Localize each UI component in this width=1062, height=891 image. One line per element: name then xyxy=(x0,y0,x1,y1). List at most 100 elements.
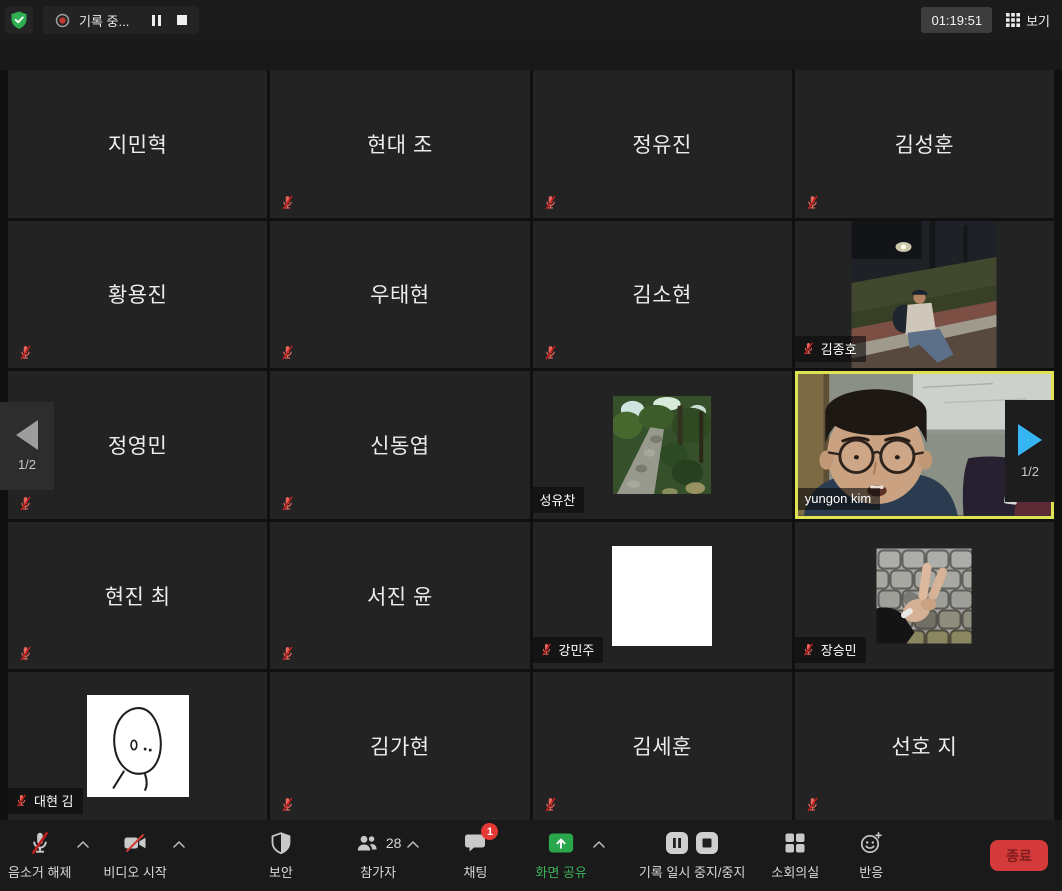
participant-tile[interactable]: 김세훈 xyxy=(533,672,792,820)
chat-label: 채팅 xyxy=(463,862,487,881)
view-button[interactable]: 보기 xyxy=(1006,11,1050,30)
chat-unread-badge: 1 xyxy=(481,823,498,840)
profile-photo-forest-path xyxy=(613,396,711,494)
participant-tile[interactable]: 김성훈 xyxy=(795,70,1054,218)
participant-tile[interactable]: 성유찬 xyxy=(533,371,792,519)
stop-recording-icon[interactable] xyxy=(177,15,187,25)
breakout-rooms-button[interactable]: 소회의실 xyxy=(771,830,819,881)
participant-name: 김성훈 xyxy=(795,70,1054,218)
stop-recording-icon[interactable] xyxy=(695,831,719,855)
participant-name: 서진 윤 xyxy=(270,522,529,670)
participants-icon xyxy=(355,831,379,855)
breakout-rooms-icon xyxy=(783,831,807,855)
participant-tile[interactable]: 김소현 xyxy=(533,221,792,369)
profile-photo-doodle-face xyxy=(87,695,189,797)
participants-options-chevron[interactable] xyxy=(407,841,419,848)
view-label: 보기 xyxy=(1026,11,1050,30)
camera-muted-icon xyxy=(123,831,147,855)
muted-mic-icon xyxy=(805,195,820,210)
muted-mic-icon xyxy=(805,797,820,812)
security-button[interactable]: 보안 xyxy=(269,830,293,881)
participant-name: 정유진 xyxy=(533,70,792,218)
participant-tile[interactable]: 지민혁 xyxy=(8,70,267,218)
pause-recording-icon[interactable] xyxy=(665,831,689,855)
participant-name: 강민주 xyxy=(559,640,595,659)
meeting-toolbar: 음소거 해제 비디오 시작 보안 28 참가자 xyxy=(0,820,1062,891)
share-screen-button[interactable]: 화면 공유 xyxy=(535,830,586,881)
participant-tile[interactable]: 신동엽 xyxy=(270,371,529,519)
participant-tile[interactable]: 강민주 xyxy=(533,522,792,670)
share-screen-label: 화면 공유 xyxy=(535,862,586,881)
name-tag: 김종호 xyxy=(795,336,866,362)
muted-mic-icon xyxy=(540,643,553,656)
chat-button[interactable]: 1 채팅 xyxy=(463,830,487,881)
profile-photo-blank-white xyxy=(612,546,712,646)
shield-icon xyxy=(269,831,293,855)
pause-recording-icon[interactable] xyxy=(152,15,161,26)
muted-mic-icon xyxy=(18,496,33,511)
participant-name: 신동엽 xyxy=(270,371,529,519)
profile-photo-night-scene xyxy=(852,221,997,369)
name-tag: 강민주 xyxy=(533,637,604,663)
participant-tile[interactable]: 장승민 xyxy=(795,522,1054,670)
participant-tile[interactable]: 현진 최 xyxy=(8,522,267,670)
participant-tile[interactable]: 현대 조 xyxy=(270,70,529,218)
participant-name: 성유찬 xyxy=(540,490,576,509)
participant-name: 장승민 xyxy=(821,640,857,659)
mic-options-chevron[interactable] xyxy=(77,841,89,848)
participant-name: 대현 김 xyxy=(34,791,74,810)
end-meeting-button[interactable]: 종료 xyxy=(990,840,1048,871)
muted-mic-icon xyxy=(802,342,815,355)
participant-name: yungon kim xyxy=(805,491,871,506)
participant-tile[interactable]: 서진 윤 xyxy=(270,522,529,670)
participant-tile[interactable]: 김종호 xyxy=(795,221,1054,369)
muted-mic-icon xyxy=(543,195,558,210)
start-video-button[interactable]: 비디오 시작 xyxy=(103,830,166,881)
participant-name: 김가현 xyxy=(270,672,529,820)
share-options-chevron[interactable] xyxy=(593,841,605,848)
meeting-info-button[interactable] xyxy=(5,6,33,34)
profile-photo-hand-on-pavement xyxy=(877,548,972,643)
muted-mic-icon xyxy=(280,496,295,511)
reactions-smiley-icon xyxy=(859,831,883,855)
participant-tile[interactable]: 대현 김 xyxy=(8,672,267,820)
participant-tile[interactable]: 우태현 xyxy=(270,221,529,369)
participant-tile[interactable]: 황용진 xyxy=(8,221,267,369)
participant-name: 김세훈 xyxy=(533,672,792,820)
participants-button[interactable]: 28 참가자 xyxy=(355,830,402,881)
participants-label: 참가자 xyxy=(360,862,396,881)
name-tag: 장승민 xyxy=(795,637,866,663)
breakout-rooms-label: 소회의실 xyxy=(771,862,819,881)
gallery-grid-icon xyxy=(1006,13,1020,27)
previous-page-button[interactable]: 1/2 xyxy=(0,402,54,490)
arrow-right-icon xyxy=(1018,424,1042,456)
muted-mic-icon xyxy=(543,345,558,360)
participant-name: 우태현 xyxy=(270,221,529,369)
participant-tile[interactable]: 정유진 xyxy=(533,70,792,218)
muted-mic-icon xyxy=(280,195,295,210)
muted-mic-icon xyxy=(802,643,815,656)
participant-name: 지민혁 xyxy=(8,70,267,218)
participant-name: 현대 조 xyxy=(270,70,529,218)
participant-name: 김소현 xyxy=(533,221,792,369)
share-screen-icon xyxy=(548,831,574,855)
muted-mic-icon xyxy=(280,646,295,661)
video-options-chevron[interactable] xyxy=(173,841,185,848)
record-dot-icon xyxy=(55,13,70,28)
muted-mic-icon xyxy=(18,345,33,360)
participant-tile[interactable]: 김가현 xyxy=(270,672,529,820)
next-page-button[interactable]: 1/2 xyxy=(1005,400,1055,502)
participant-tile[interactable]: 선호 지 xyxy=(795,672,1054,820)
top-bar: 기록 중... 01:19:51 보기 xyxy=(0,0,1062,40)
muted-mic-icon xyxy=(15,794,28,807)
name-tag: 성유찬 xyxy=(533,487,585,513)
recording-label: 기록 중... xyxy=(79,11,129,30)
video-grid: 지민혁 현대 조 정유진 김성훈 황용진 우태현 xyxy=(0,70,1062,820)
meeting-timer: 01:19:51 xyxy=(921,7,992,33)
reactions-button[interactable]: 반응 xyxy=(859,830,883,881)
unmute-label: 음소거 해제 xyxy=(8,862,71,881)
pause-stop-recording-button[interactable]: 기록 일시 중지/중지 xyxy=(639,830,746,881)
participant-name: 선호 지 xyxy=(795,672,1054,820)
arrow-left-icon xyxy=(16,420,38,450)
unmute-button[interactable]: 음소거 해제 xyxy=(8,830,71,881)
